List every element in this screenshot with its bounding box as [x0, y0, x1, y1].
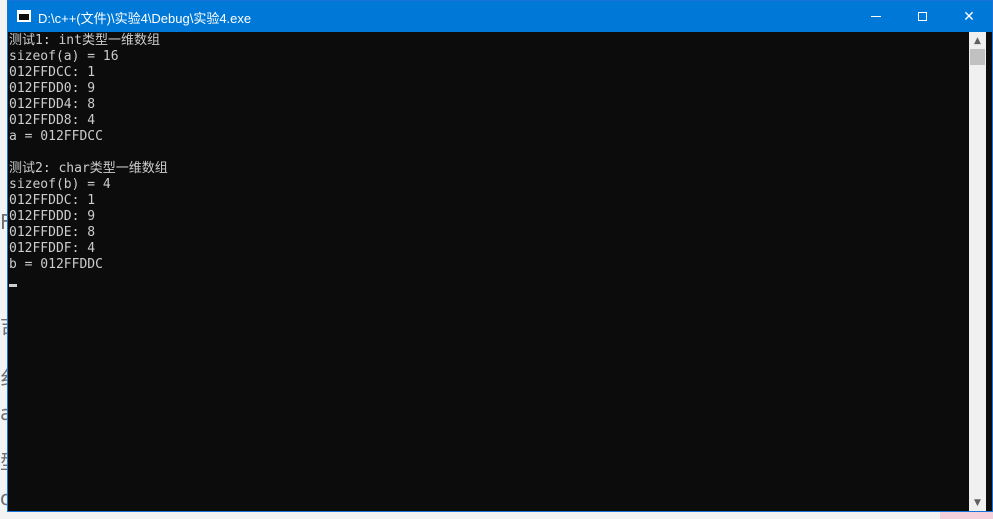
console-line: 测试1: int类型一维数组: [9, 33, 160, 48]
console-line: 012FFDCC: 1: [9, 65, 96, 80]
console-window: D:\c++(文件)\实验4\Debug\实验4.exe ✕ 测试1: int类…: [7, 0, 993, 512]
console-line: 012FFDDD: 9: [9, 209, 96, 224]
minimize-button[interactable]: [853, 1, 899, 32]
background-window-edge: [940, 511, 993, 519]
scroll-down-button[interactable]: ▼: [969, 494, 986, 511]
desktop: F 吉 纟 a 型 o D:\c++(文件)\实验4\Debug\实验4.exe…: [0, 0, 993, 519]
vertical-scrollbar[interactable]: ▲ ▼: [969, 32, 986, 511]
console-line: 012FFDD8: 4: [9, 113, 96, 128]
console-app-icon[interactable]: [17, 10, 31, 22]
console-output[interactable]: 测试1: int类型一维数组 sizeof(a) = 16 012FFDCC: …: [8, 32, 968, 511]
minimize-icon: [871, 16, 881, 17]
maximize-icon: [917, 12, 927, 21]
console-line: a = 012FFDCC: [9, 129, 103, 144]
console-line: 012FFDD0: 9: [9, 81, 96, 96]
console-line: 测试2: char类型一维数组: [9, 161, 168, 176]
console-line: 012FFDDF: 4: [9, 241, 96, 256]
console-line: sizeof(b) = 4: [9, 177, 111, 192]
arrow-up-icon: ▲: [974, 35, 981, 46]
maximize-button[interactable]: [899, 1, 945, 32]
console-line: sizeof(a) = 16: [9, 49, 119, 64]
scroll-up-button[interactable]: ▲: [969, 32, 986, 49]
text-cursor: [9, 284, 17, 287]
arrow-down-icon: ▼: [974, 497, 981, 508]
console-line: 012FFDDE: 8: [9, 225, 96, 240]
console-line: b = 012FFDDC: [9, 257, 103, 272]
scrollbar-thumb[interactable]: [970, 49, 985, 65]
console-line: 012FFDD4: 8: [9, 97, 96, 112]
close-button[interactable]: ✕: [946, 1, 992, 32]
title-bar[interactable]: D:\c++(文件)\实验4\Debug\实验4.exe ✕: [8, 1, 992, 32]
close-icon: ✕: [963, 8, 975, 25]
window-title: D:\c++(文件)\实验4\Debug\实验4.exe: [38, 11, 252, 26]
console-line: 012FFDDC: 1: [9, 193, 96, 208]
